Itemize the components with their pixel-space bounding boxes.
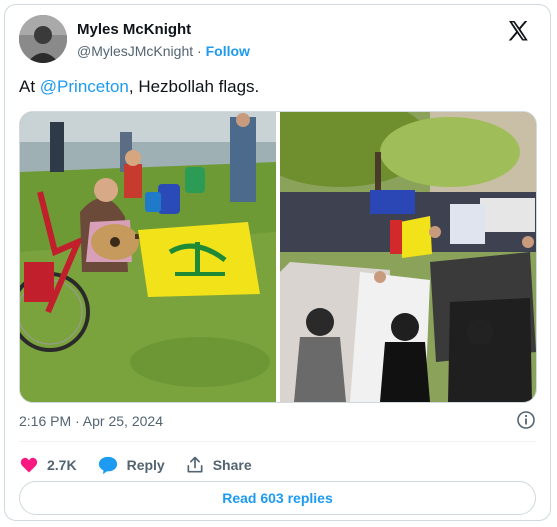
tweet-timestamp[interactable]: 2:16 PM · Apr 25, 2024 [19,413,163,429]
media-photo-right[interactable] [280,112,536,402]
reply-label: Reply [126,457,165,473]
heart-icon [20,457,38,473]
tweet-text: At @Princeton, Hezbollah flags. [19,77,259,97]
tweet-text-prefix: At [19,77,40,96]
mention-link[interactable]: @Princeton [40,77,129,96]
photo-students-lawn-icon [20,112,276,402]
action-bar: 2.7K Reply Share [19,451,272,479]
tweet-text-suffix: , Hezbollah flags. [128,77,260,96]
share-icon [187,456,203,473]
photo-crowd-flags-icon [280,112,536,402]
tweet-card: Myles McKnight @MylesJMcKnight · Follow … [4,4,551,521]
like-count: 2.7K [47,457,77,473]
info-icon[interactable] [516,410,536,430]
reply-button[interactable]: Reply [97,455,165,475]
share-button[interactable]: Share [185,455,252,475]
like-button[interactable]: 2.7K [19,455,77,475]
tweet-header: Myles McKnight @MylesJMcKnight · Follow [19,15,536,67]
reply-bubble-icon [98,456,117,475]
x-logo-icon[interactable] [506,19,530,43]
read-replies-button[interactable]: Read 603 replies [19,481,536,515]
media-photo-left[interactable] [20,112,276,402]
follow-button[interactable]: Follow [206,43,250,59]
author-name[interactable]: Myles McKnight [77,21,191,38]
share-label: Share [212,457,252,473]
avatar-image [19,15,67,63]
media-grid [19,111,537,403]
author-handle-row: @MylesJMcKnight · Follow [77,43,250,59]
avatar[interactable] [19,15,67,63]
divider [19,441,536,442]
author-handle[interactable]: @MylesJMcKnight [77,43,193,59]
separator-dot: · [197,43,202,59]
